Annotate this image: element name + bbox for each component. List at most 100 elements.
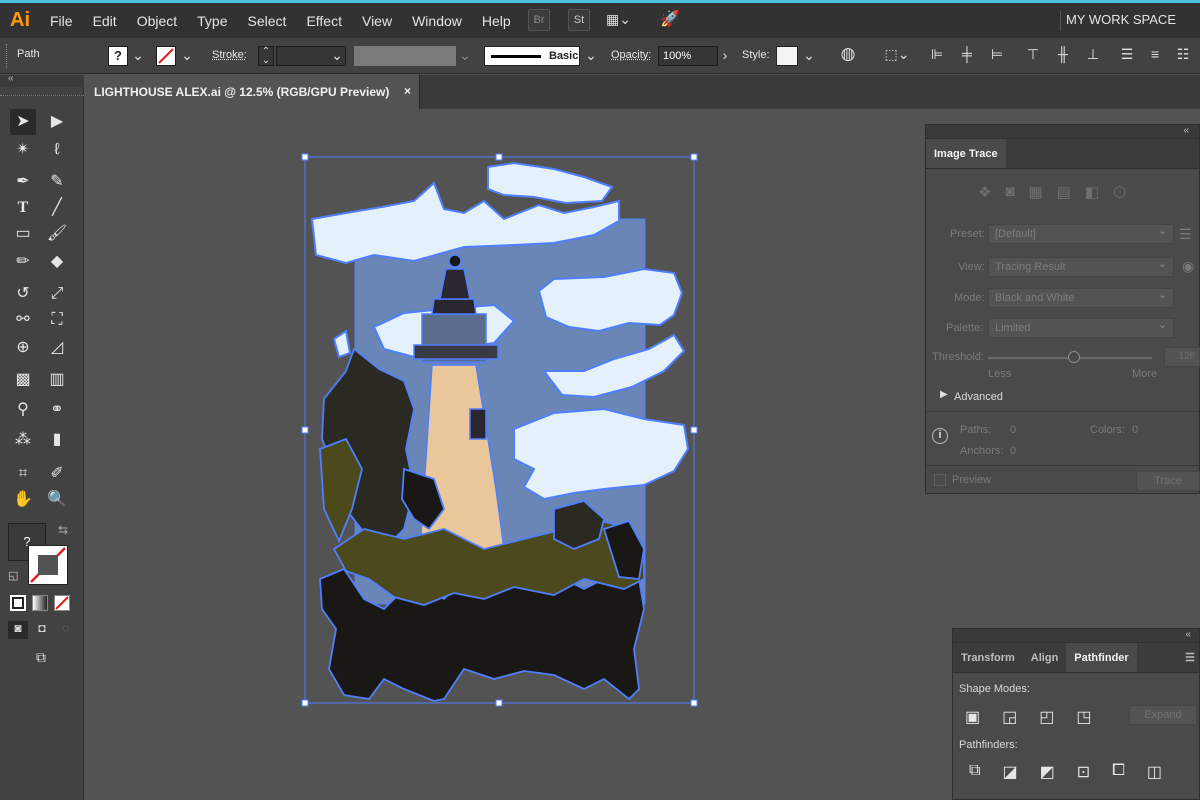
unite-icon[interactable]: ▣ <box>965 707 980 727</box>
black-white-icon[interactable]: ◧ <box>1085 183 1099 205</box>
gpu-performance-icon[interactable]: 🚀 <box>660 9 680 29</box>
eyedropper-tool-icon[interactable]: ⚲ <box>10 397 36 423</box>
style-dropdown-icon[interactable]: ⌄ <box>802 46 816 64</box>
rotate-tool-icon[interactable]: ↺ <box>10 281 36 307</box>
eraser-tool-icon[interactable]: ◆ <box>44 249 70 275</box>
auto-color-icon[interactable]: ❖ <box>978 183 991 205</box>
align-right-icon[interactable]: ⊨ <box>988 45 1006 63</box>
threshold-slider-thumb[interactable] <box>1068 351 1080 363</box>
screen-mode-icon[interactable]: ⧉ <box>28 649 54 667</box>
menu-help[interactable]: Help <box>472 4 521 38</box>
document-tab[interactable]: LIGHTHOUSE ALEX.ai @ 12.5% (RGB/GPU Prev… <box>84 75 420 109</box>
magic-wand-tool-icon[interactable]: ✴ <box>10 137 36 163</box>
stock-button[interactable]: St <box>568 9 590 31</box>
lasso-tool-icon[interactable]: ℓ <box>44 137 70 163</box>
grayscale-icon[interactable]: ▤ <box>1057 183 1071 205</box>
intersect-icon[interactable]: ◰ <box>1039 707 1054 727</box>
align-horizontal-center-icon[interactable]: ╪ <box>958 45 976 63</box>
panel-menu-icon[interactable]: ☰ <box>1177 643 1199 672</box>
crop-icon[interactable]: ⊡ <box>1077 762 1090 782</box>
tab-transform[interactable]: Transform <box>953 643 1023 672</box>
stroke-weight-dropdown-icon[interactable]: ⌄ <box>330 46 344 64</box>
stroke-dropdown-icon[interactable]: ⌄ <box>180 46 194 64</box>
menu-file[interactable]: File <box>40 4 83 38</box>
align-bottom-icon[interactable]: ⊥ <box>1084 45 1102 63</box>
recolor-artwork-icon[interactable]: ◍ <box>838 45 858 63</box>
merge-icon[interactable]: ◩ <box>1040 762 1055 782</box>
draw-normal-icon[interactable]: ◙ <box>8 621 28 639</box>
arrange-documents-icon[interactable]: ▦⌄ <box>606 11 640 29</box>
distribute-center-icon[interactable]: ≡ <box>1146 45 1164 63</box>
direct-selection-tool-icon[interactable]: ▶ <box>44 109 70 135</box>
stroke-swatch[interactable] <box>156 46 176 66</box>
eye-icon[interactable]: ◉ <box>1182 258 1194 275</box>
advanced-label[interactable]: Advanced <box>954 391 1003 403</box>
gradient-tool-icon[interactable]: ▥ <box>44 367 70 393</box>
opacity-arrow-icon[interactable]: › <box>718 46 732 64</box>
distribute-bottom-icon[interactable]: ☷ <box>1174 45 1192 63</box>
tab-image-trace[interactable]: Image Trace <box>926 139 1006 168</box>
artboard-tool-icon[interactable]: ⌗ <box>10 461 36 487</box>
close-document-icon[interactable]: × <box>404 84 411 98</box>
color-mode-icon[interactable] <box>10 595 26 611</box>
column-graph-tool-icon[interactable]: ▮ <box>44 427 70 453</box>
scale-tool-icon[interactable]: ⤢ <box>44 281 70 307</box>
exclude-icon[interactable]: ◳ <box>1076 707 1091 727</box>
mode-dropdown[interactable]: Black and White <box>988 286 1174 308</box>
collapse-tools-icon[interactable]: « <box>8 73 14 84</box>
shape-builder-tool-icon[interactable]: ⊕ <box>10 335 36 361</box>
view-dropdown[interactable]: Tracing Result <box>988 255 1174 277</box>
trim-icon[interactable]: ◪ <box>1002 762 1017 782</box>
divide-icon[interactable]: ⧉ <box>969 762 980 782</box>
outline-icon[interactable]: ⬡ <box>1113 183 1126 205</box>
brush-dropdown-icon[interactable]: ⌄ <box>584 46 598 64</box>
threshold-input[interactable]: 128 <box>1164 347 1200 367</box>
palette-dropdown[interactable]: Limited <box>988 316 1174 338</box>
minus-front-icon[interactable]: ◲ <box>1002 707 1017 727</box>
align-to-selection-icon[interactable]: ⬚⌄ <box>882 45 912 63</box>
draw-inside-icon[interactable]: ◌ <box>56 621 76 639</box>
menu-view[interactable]: View <box>352 4 402 38</box>
menu-object[interactable]: Object <box>127 4 187 38</box>
low-color-icon[interactable]: ▦ <box>1029 183 1043 205</box>
menu-window[interactable]: Window <box>402 4 472 38</box>
opacity-label[interactable]: Opacity: <box>611 49 651 61</box>
bridge-button[interactable]: Br <box>528 9 550 31</box>
pen-tool-icon[interactable]: ✒ <box>10 169 36 195</box>
brush-definition[interactable]: Basic <box>484 46 580 66</box>
menu-effect[interactable]: Effect <box>296 4 352 38</box>
align-left-icon[interactable]: ⊫ <box>928 45 946 63</box>
variable-width-profile[interactable] <box>354 46 456 66</box>
line-segment-tool-icon[interactable]: ╱ <box>44 195 70 221</box>
menu-type[interactable]: Type <box>187 4 237 38</box>
menu-select[interactable]: Select <box>238 4 297 38</box>
fill-dropdown-icon[interactable]: ⌄ <box>131 46 145 64</box>
preview-checkbox[interactable] <box>934 474 946 486</box>
align-top-icon[interactable]: ⊤ <box>1024 45 1042 63</box>
high-color-icon[interactable]: ◙ <box>1005 183 1014 205</box>
profile-dropdown-icon[interactable]: ⌄ <box>458 46 472 64</box>
selection-tool-icon[interactable]: ➤ <box>10 109 36 135</box>
align-vertical-center-icon[interactable]: ╫ <box>1054 45 1072 63</box>
menu-edit[interactable]: Edit <box>83 4 127 38</box>
free-transform-tool-icon[interactable]: ⛶ <box>44 307 70 333</box>
blend-tool-icon[interactable]: ⚭ <box>44 397 70 423</box>
advanced-disclosure-icon[interactable]: ▶ <box>940 389 948 400</box>
curvature-tool-icon[interactable]: ✎ <box>44 169 70 195</box>
collapse-panel-icon[interactable]: « <box>1183 125 1189 136</box>
fill-swatch[interactable]: ? <box>108 46 128 66</box>
stroke-color-box[interactable] <box>28 545 68 585</box>
distribute-top-icon[interactable]: ☰ <box>1118 45 1136 63</box>
stroke-weight-stepper[interactable]: ⌃ ⌄ <box>258 46 274 66</box>
hand-tool-icon[interactable]: ✋ <box>10 487 36 513</box>
preset-list-icon[interactable]: ☰ <box>1179 226 1192 243</box>
outline-icon[interactable]: ⧠ <box>1112 762 1125 782</box>
swap-fill-stroke-icon[interactable]: ⇆ <box>58 523 68 537</box>
draw-behind-icon[interactable]: ◘ <box>32 621 52 639</box>
gradient-mode-icon[interactable] <box>32 595 48 611</box>
expand-button[interactable]: Expand <box>1129 705 1197 725</box>
tab-align[interactable]: Align <box>1023 643 1067 672</box>
preset-dropdown[interactable]: [Default] <box>988 222 1174 244</box>
graphic-style-swatch[interactable] <box>776 46 798 66</box>
slice-tool-icon[interactable]: ✐ <box>44 461 70 487</box>
